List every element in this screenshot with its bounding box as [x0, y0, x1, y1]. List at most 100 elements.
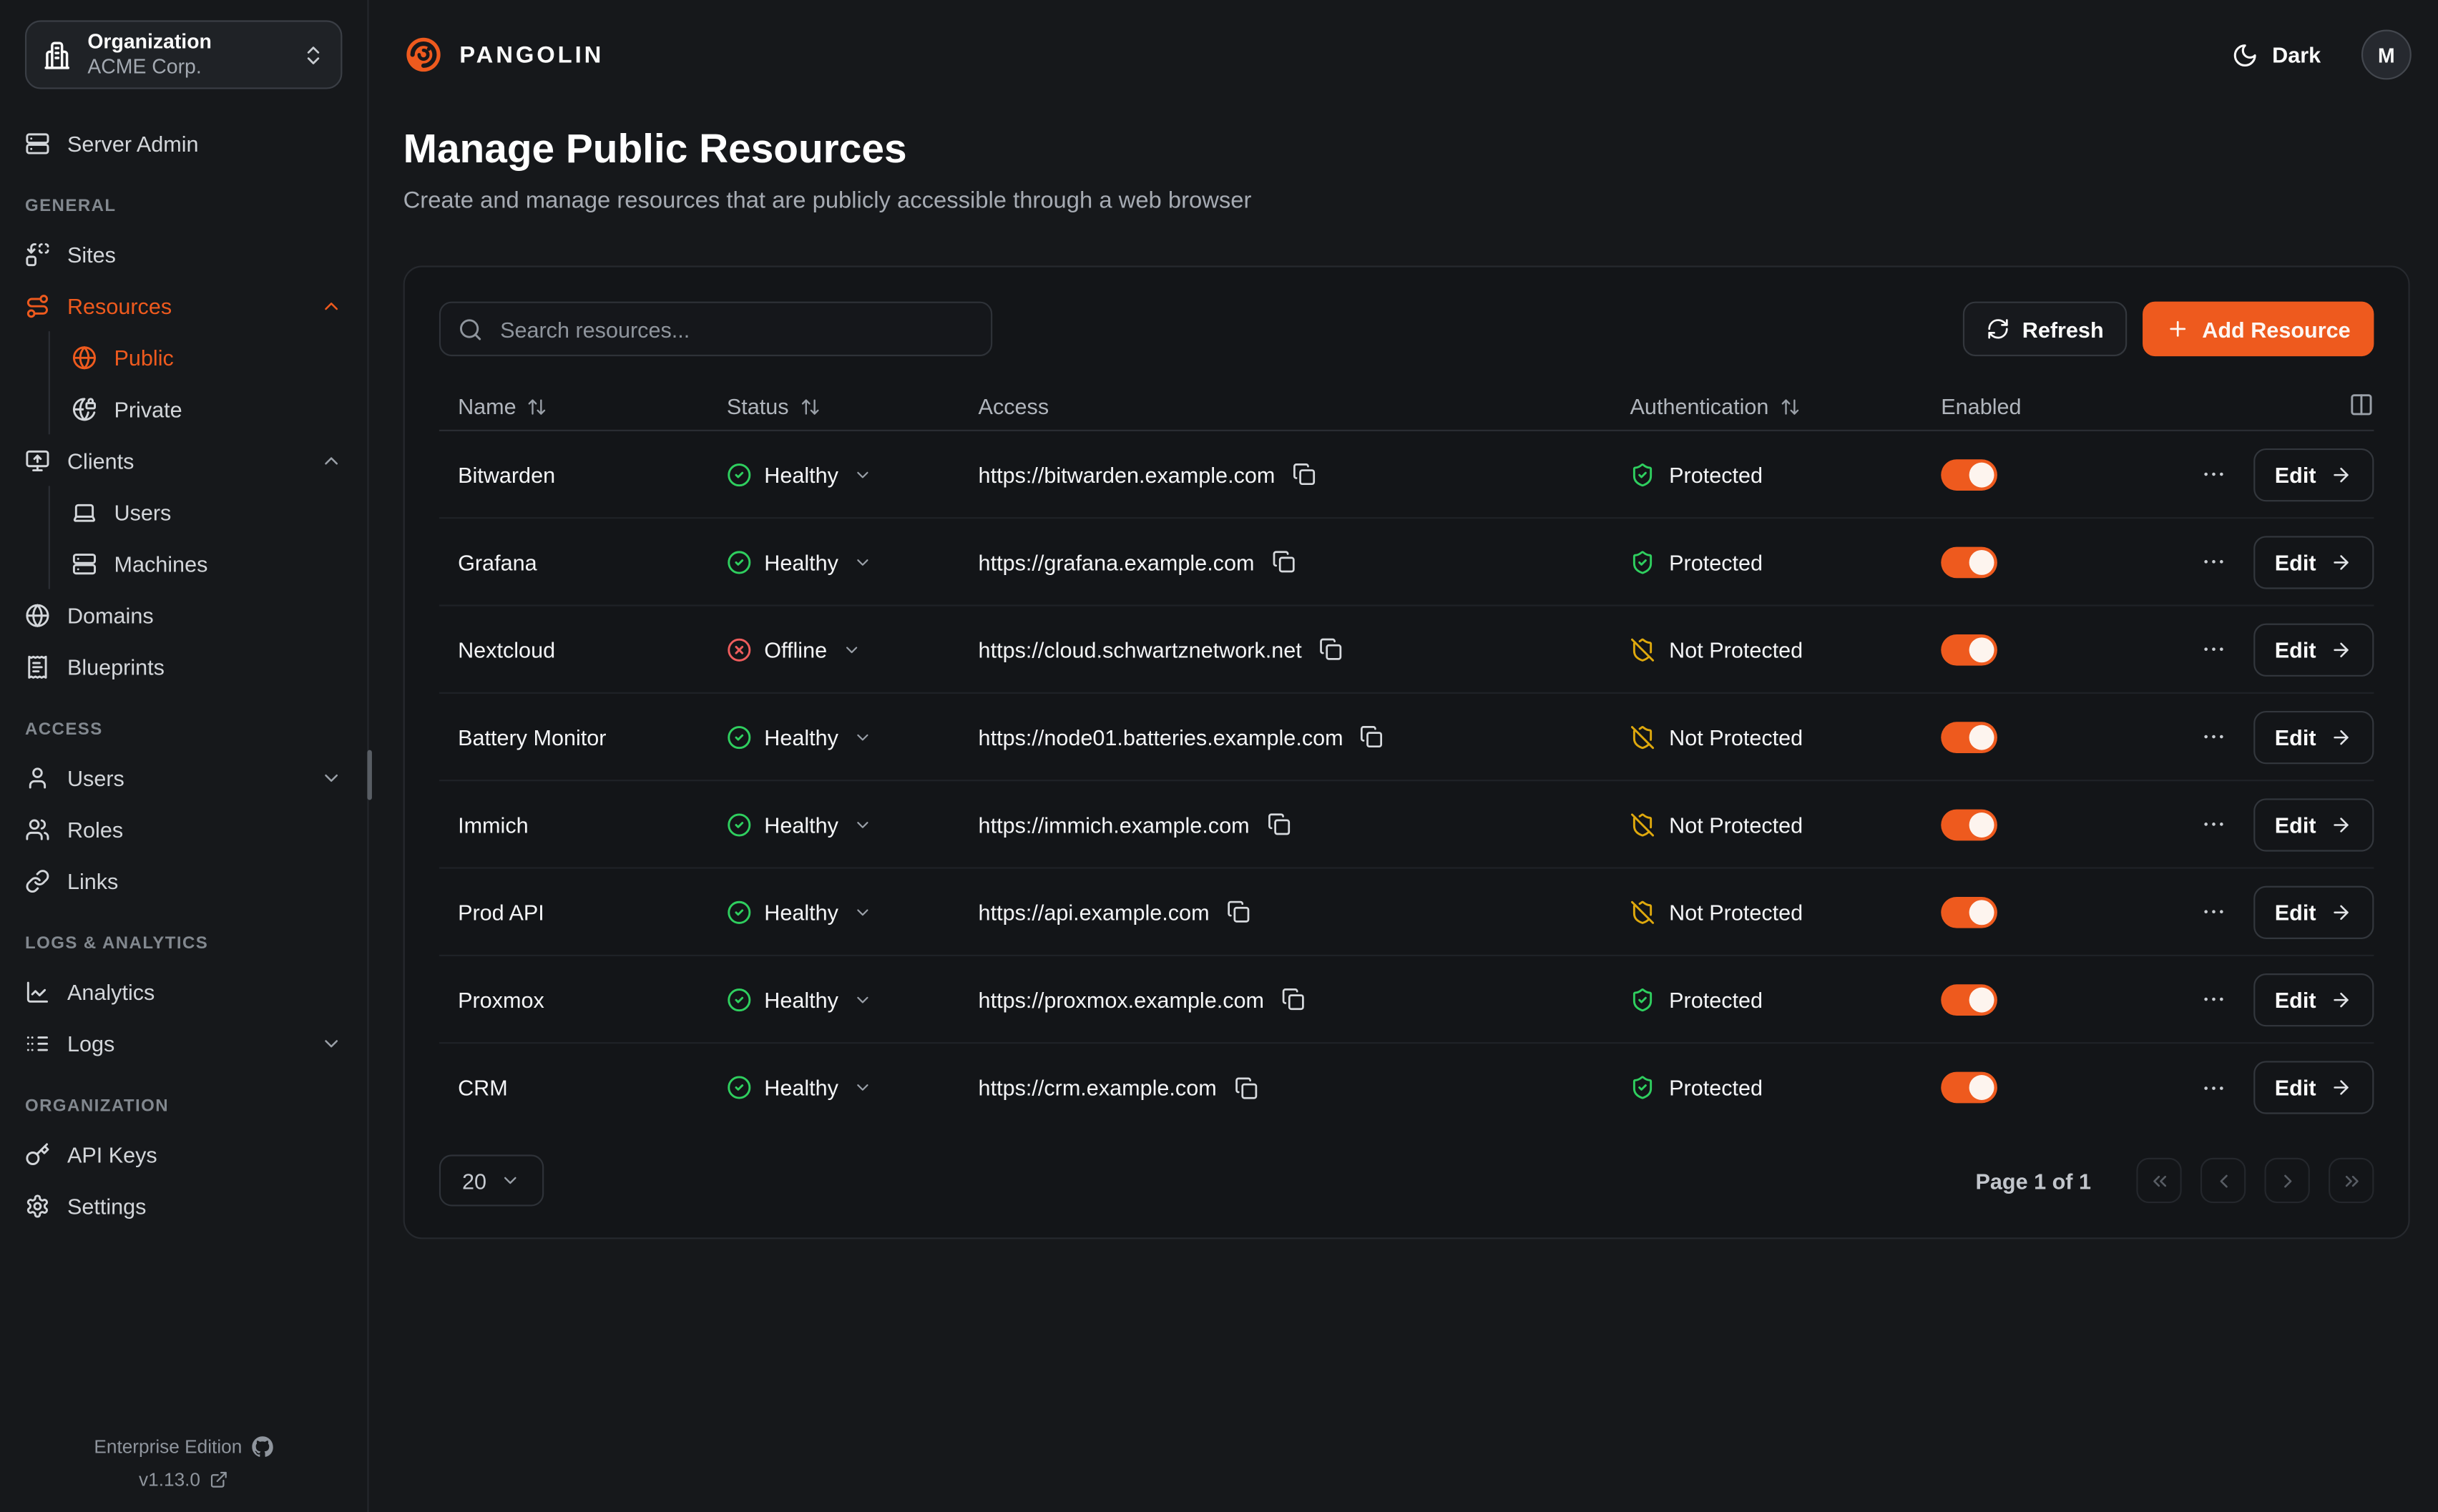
copy-button[interactable] [1361, 725, 1384, 749]
search-input[interactable] [497, 315, 974, 343]
enabled-toggle[interactable] [1941, 983, 1997, 1015]
external-link-icon[interactable] [210, 1471, 228, 1489]
github-icon[interactable] [251, 1436, 273, 1458]
sidebar-item-domains[interactable]: Domains [0, 589, 367, 641]
add-resource-button[interactable]: Add Resource [2143, 302, 2374, 356]
arrow-right-icon [2330, 900, 2352, 923]
status-label: Healthy [764, 462, 838, 487]
sidebar-item-blueprints[interactable]: Blueprints [0, 641, 367, 692]
next-page-button[interactable] [2264, 1158, 2309, 1203]
status-badge[interactable]: Offline [727, 637, 861, 662]
edit-button[interactable]: Edit [2253, 1061, 2374, 1114]
row-menu-button[interactable] [2200, 723, 2226, 750]
healthy-icon [727, 462, 752, 487]
copy-button[interactable] [1292, 463, 1316, 486]
enabled-toggle[interactable] [1941, 634, 1997, 665]
status-badge[interactable]: Healthy [727, 549, 873, 574]
edit-button[interactable]: Edit [2253, 973, 2374, 1026]
page-size-select[interactable]: 20 [439, 1154, 544, 1206]
resources-icon [25, 293, 50, 318]
edit-button[interactable]: Edit [2253, 710, 2374, 763]
copy-button[interactable] [1227, 900, 1250, 923]
edit-button[interactable]: Edit [2253, 797, 2374, 850]
status-badge[interactable]: Healthy [727, 725, 873, 750]
sidebar-item-client-users[interactable]: Users [50, 486, 367, 537]
sidebar-item-links[interactable]: Links [0, 855, 367, 906]
resource-name: Immich [458, 812, 529, 837]
copy-button[interactable] [1267, 813, 1291, 836]
status-badge[interactable]: Healthy [727, 899, 873, 924]
last-page-button[interactable] [2329, 1158, 2374, 1203]
column-header-name[interactable]: Name [458, 394, 547, 419]
enabled-toggle[interactable] [1941, 721, 1997, 752]
prev-page-button[interactable] [2200, 1158, 2246, 1203]
column-header-status[interactable]: Status [727, 394, 820, 419]
edit-button[interactable]: Edit [2253, 885, 2374, 938]
status-badge[interactable]: Healthy [727, 987, 873, 1012]
column-visibility-button[interactable] [2349, 391, 2374, 421]
copy-button[interactable] [1319, 637, 1343, 661]
status-label: Healthy [764, 812, 838, 837]
refresh-button[interactable]: Refresh [1963, 302, 2128, 356]
edit-button[interactable]: Edit [2253, 448, 2374, 501]
sidebar-item-public[interactable]: Public [50, 331, 367, 383]
status-badge[interactable]: Healthy [727, 812, 873, 837]
avatar[interactable]: M [2361, 30, 2412, 80]
chevron-down-icon [854, 815, 873, 833]
row-menu-button[interactable] [2200, 636, 2226, 662]
brand-name: PANGOLIN [459, 41, 604, 68]
row-menu-button[interactable] [2200, 461, 2226, 487]
chevron-down-icon [854, 465, 873, 483]
edit-button[interactable]: Edit [2253, 535, 2374, 588]
arrow-right-icon [2330, 638, 2352, 660]
sidebar-item-label: Clients [67, 448, 303, 473]
org-switcher[interactable]: Organization ACME Corp. [25, 20, 342, 89]
globe-icon [25, 602, 50, 627]
sidebar-scrollbar[interactable] [367, 750, 372, 800]
first-page-button[interactable] [2136, 1158, 2181, 1203]
chevron-up-icon [320, 295, 343, 317]
status-badge[interactable]: Healthy [727, 462, 873, 487]
plus-icon [2166, 317, 2190, 340]
healthy-icon [727, 725, 752, 750]
status-label: Healthy [764, 549, 838, 574]
row-menu-button[interactable] [2200, 811, 2226, 838]
status-badge[interactable]: Healthy [727, 1075, 873, 1100]
row-menu-button[interactable] [2200, 1074, 2226, 1101]
healthy-icon [727, 549, 752, 574]
resource-url: https://node01.batteries.example.com [979, 725, 1343, 750]
enabled-toggle[interactable] [1941, 458, 1997, 490]
copy-button[interactable] [1281, 988, 1305, 1011]
arrow-right-icon [2330, 463, 2352, 486]
edit-button[interactable]: Edit [2253, 623, 2374, 676]
sidebar-item-clients[interactable]: Clients [0, 434, 367, 486]
sidebar-item-private[interactable]: Private [50, 383, 367, 434]
sidebar-item-sites[interactable]: Sites [0, 228, 367, 280]
sidebar-item-api-keys[interactable]: API Keys [0, 1128, 367, 1179]
enabled-toggle[interactable] [1941, 809, 1997, 840]
copy-button[interactable] [1272, 550, 1296, 574]
page-label: Page 1 of 1 [1976, 1168, 2091, 1193]
sidebar-item-label: Sites [67, 242, 342, 267]
sidebar-item-logs[interactable]: Logs [0, 1017, 367, 1069]
table-body: Bitwarden Healthy [439, 431, 2374, 1131]
column-header-authentication[interactable]: Authentication [1630, 394, 1801, 419]
sidebar-item-users[interactable]: Users [0, 752, 367, 803]
enabled-toggle[interactable] [1941, 896, 1997, 928]
receipt-icon [25, 654, 50, 679]
row-menu-button[interactable] [2200, 549, 2226, 575]
enabled-toggle[interactable] [1941, 1072, 1997, 1104]
chevrons-up-down-icon [302, 43, 325, 67]
sidebar-item-roles[interactable]: Roles [0, 803, 367, 855]
sidebar-item-resources[interactable]: Resources [0, 280, 367, 331]
row-menu-button[interactable] [2200, 898, 2226, 925]
theme-toggle[interactable]: Dark [2222, 40, 2330, 70]
sidebar-item-settings[interactable]: Settings [0, 1179, 367, 1231]
sidebar-item-analytics[interactable]: Analytics [0, 966, 367, 1017]
resource-name: Proxmox [458, 987, 544, 1012]
copy-button[interactable] [1234, 1076, 1258, 1099]
sidebar-item-machines[interactable]: Machines [50, 538, 367, 589]
sidebar-item-server-admin[interactable]: Server Admin [0, 117, 367, 169]
row-menu-button[interactable] [2200, 986, 2226, 1012]
enabled-toggle[interactable] [1941, 546, 1997, 578]
